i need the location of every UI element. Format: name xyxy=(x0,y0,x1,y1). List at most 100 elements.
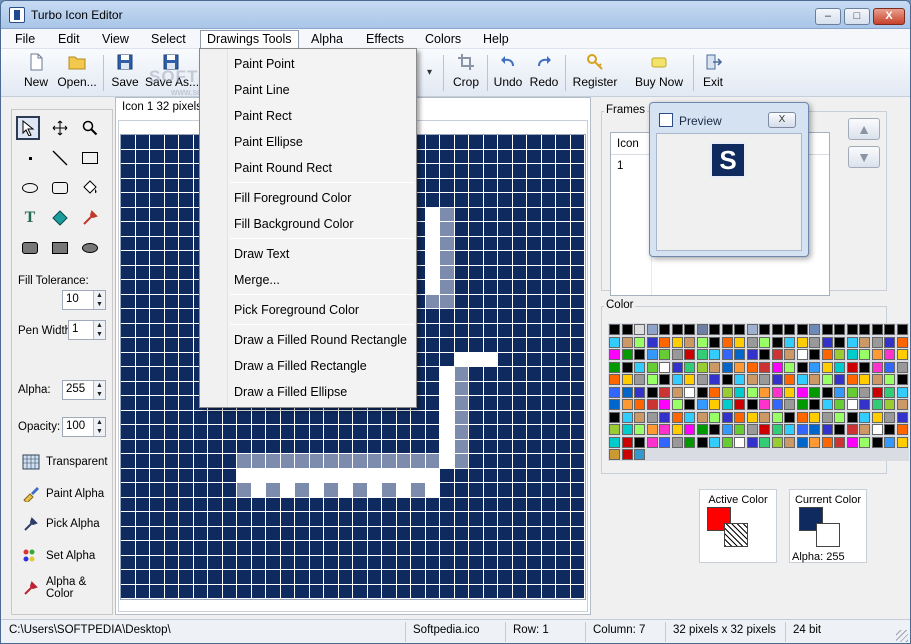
pixel-cell[interactable] xyxy=(150,497,165,512)
color-swatch[interactable] xyxy=(721,336,733,348)
pixel-cell[interactable] xyxy=(425,236,440,251)
color-swatch[interactable] xyxy=(659,399,670,410)
color-swatch[interactable] xyxy=(709,386,720,398)
color-swatch[interactable] xyxy=(671,349,683,360)
pixel-cell[interactable] xyxy=(454,338,469,353)
buy-now-button[interactable]: Buy Now xyxy=(633,51,685,95)
pixel-cell[interactable] xyxy=(280,483,295,498)
pixel-cell[interactable] xyxy=(469,149,484,164)
pixel-cell[interactable] xyxy=(541,309,556,324)
pixel-cell[interactable] xyxy=(498,541,513,556)
pixel-cell[interactable] xyxy=(382,483,397,498)
pixel-cell[interactable] xyxy=(179,149,194,164)
menu-file[interactable]: File xyxy=(9,30,41,48)
spinner-arrows-icon[interactable]: ▲ ▼ xyxy=(93,321,105,339)
pixel-cell[interactable] xyxy=(135,164,150,179)
color-swatch[interactable] xyxy=(846,361,858,373)
pixel-cell[interactable] xyxy=(440,570,455,585)
color-swatch[interactable] xyxy=(721,374,733,385)
pixel-cell[interactable] xyxy=(179,178,194,193)
color-swatch[interactable] xyxy=(759,436,770,448)
pixel-cell[interactable] xyxy=(324,555,339,570)
color-swatch[interactable] xyxy=(709,349,720,360)
color-swatch[interactable] xyxy=(871,336,883,348)
pixel-cell[interactable] xyxy=(541,454,556,469)
pixel-cell[interactable] xyxy=(251,555,266,570)
pixel-cell[interactable] xyxy=(541,425,556,440)
pixel-cell[interactable] xyxy=(164,367,179,382)
pixel-cell[interactable] xyxy=(164,280,179,295)
pixel-cell[interactable] xyxy=(121,323,136,338)
pixel-cell[interactable] xyxy=(498,149,513,164)
menu-paint-rect[interactable]: Paint Rect xyxy=(234,106,292,126)
pixel-cell[interactable] xyxy=(570,555,585,570)
pixel-cell[interactable] xyxy=(527,425,542,440)
pixel-cell[interactable] xyxy=(570,149,585,164)
pixel-cell[interactable] xyxy=(208,410,223,425)
pixel-cell[interactable] xyxy=(353,526,368,541)
filled-rect-tool[interactable] xyxy=(48,236,72,260)
pixel-cell[interactable] xyxy=(498,439,513,454)
pixel-cell[interactable] xyxy=(541,512,556,527)
pixel-cell[interactable] xyxy=(135,584,150,599)
pixel-cell[interactable] xyxy=(454,236,469,251)
pixel-cell[interactable] xyxy=(425,410,440,425)
color-swatch[interactable] xyxy=(746,349,758,360)
pixel-cell[interactable] xyxy=(512,193,527,208)
pixel-cell[interactable] xyxy=(512,425,527,440)
pixel-cell[interactable] xyxy=(512,410,527,425)
pixel-cell[interactable] xyxy=(454,149,469,164)
pixel-cell[interactable] xyxy=(498,193,513,208)
pixel-cell[interactable] xyxy=(527,526,542,541)
pixel-cell[interactable] xyxy=(121,352,136,367)
pixel-cell[interactable] xyxy=(367,454,382,469)
color-swatch[interactable] xyxy=(609,424,620,435)
pixel-cell[interactable] xyxy=(527,178,542,193)
move-tool[interactable] xyxy=(48,116,72,140)
pixel-cell[interactable] xyxy=(570,381,585,396)
pixel-cell[interactable] xyxy=(179,193,194,208)
pixel-cell[interactable] xyxy=(280,454,295,469)
pixel-cell[interactable] xyxy=(150,149,165,164)
pixel-cell[interactable] xyxy=(164,570,179,585)
pixel-cell[interactable] xyxy=(121,381,136,396)
color-swatch[interactable] xyxy=(671,361,683,373)
opacity-input[interactable]: 100 ▲ ▼ xyxy=(62,417,106,437)
line-tool[interactable] xyxy=(48,146,72,170)
pixel-cell[interactable] xyxy=(556,265,571,280)
color-swatch[interactable] xyxy=(784,349,795,360)
pixel-cell[interactable] xyxy=(164,555,179,570)
color-swatch[interactable] xyxy=(634,411,645,423)
exit-button[interactable]: Exit xyxy=(699,51,727,95)
pixel-cell[interactable] xyxy=(121,570,136,585)
pixel-cell[interactable] xyxy=(512,236,527,251)
pen-width-input[interactable]: 1 ▲ ▼ xyxy=(68,320,106,340)
pixel-cell[interactable] xyxy=(121,526,136,541)
color-swatch[interactable] xyxy=(809,324,820,335)
pixel-cell[interactable] xyxy=(135,367,150,382)
color-swatch[interactable] xyxy=(846,424,858,435)
pixel-cell[interactable] xyxy=(280,468,295,483)
pixel-cell[interactable] xyxy=(222,541,237,556)
pixel-cell[interactable] xyxy=(570,135,585,150)
pixel-cell[interactable] xyxy=(135,265,150,280)
color-swatch[interactable] xyxy=(871,424,883,435)
color-swatch[interactable] xyxy=(696,324,708,335)
pixel-cell[interactable] xyxy=(121,439,136,454)
pixel-cell[interactable] xyxy=(541,236,556,251)
pixel-cell[interactable] xyxy=(150,454,165,469)
color-swatch[interactable] xyxy=(646,411,658,423)
color-swatch[interactable] xyxy=(834,386,845,398)
color-swatch[interactable] xyxy=(784,399,795,410)
color-swatch[interactable] xyxy=(821,374,833,385)
pixel-cell[interactable] xyxy=(411,439,426,454)
color-swatch[interactable] xyxy=(634,424,645,435)
color-swatch[interactable] xyxy=(784,411,795,423)
pixel-cell[interactable] xyxy=(208,512,223,527)
pixel-cell[interactable] xyxy=(469,454,484,469)
pixel-cell[interactable] xyxy=(469,570,484,585)
color-swatch[interactable] xyxy=(684,424,695,435)
pixel-cell[interactable] xyxy=(179,381,194,396)
pixel-cell[interactable] xyxy=(483,439,498,454)
color-swatch[interactable] xyxy=(771,386,783,398)
